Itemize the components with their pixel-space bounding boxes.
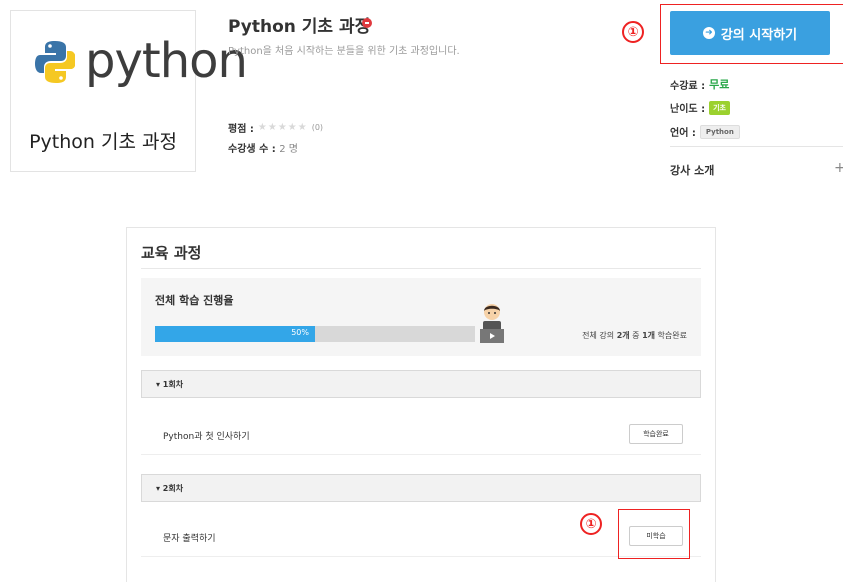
course-thumbnail: python Python 기초 과정 [10, 10, 248, 172]
course-subtitle: Python을 처음 시작하는 분들을 위한 기초 과정입니다. [228, 46, 460, 57]
annotation-marker: ① [622, 21, 644, 43]
start-course-label: 강의 시작하기 [720, 27, 798, 43]
divider [141, 268, 701, 269]
summary-suffix: 학습완료 [655, 331, 687, 340]
curriculum-title: 교육 과정 [141, 244, 202, 262]
summary-prefix: 전체 강의 [582, 331, 617, 340]
progress-bar: 50% [155, 326, 475, 342]
progress-percent: 50% [291, 328, 309, 337]
fee-value: 무료 [709, 78, 730, 91]
lesson-title[interactable]: 문자 출력하기 [163, 531, 216, 544]
progress-label: 전체 학습 진행율 [155, 294, 234, 307]
expand-plus-icon[interactable]: + [834, 160, 843, 176]
level-label: 난이도 : [670, 104, 706, 115]
lesson-row[interactable]: 문자 출력하기 미학습 [141, 518, 701, 557]
divider [670, 146, 843, 147]
student-avatar-icon [480, 304, 504, 343]
students-value: 2 명 [279, 144, 298, 155]
summary-total: 2개 [616, 331, 630, 340]
rating-label: 평점 : [228, 124, 254, 135]
section-header-2[interactable]: ▾ 2회차 [141, 474, 701, 502]
python-logo-icon [35, 41, 75, 83]
lesson-row[interactable]: Python과 첫 인사하기 학습완료 [141, 416, 701, 455]
rating-stars-icon: ★★★★★ [257, 122, 308, 133]
progress-bar-fill: 50% [155, 326, 315, 342]
start-course-button[interactable]: ➜ 강의 시작하기 [670, 11, 830, 55]
lesson-status-button[interactable]: 학습완료 [629, 424, 683, 444]
section-header-1[interactable]: ▾ 1회차 [141, 370, 701, 398]
no-entry-icon [362, 18, 372, 28]
level-badge: 기초 [709, 100, 730, 115]
fee-row: 수강료 : 무료 [670, 76, 729, 92]
thumbnail-caption: Python 기초 과정 [29, 131, 177, 153]
students-row: 수강생 수 : 2 명 [228, 140, 298, 155]
progress-summary: 전체 강의 2개 중 1개 학습완료 [582, 330, 687, 341]
language-badge: Python [699, 124, 740, 139]
language-row: 언어 : Python [670, 124, 740, 139]
instructor-heading[interactable]: 강사 소개 [670, 162, 714, 178]
highlight-box [618, 509, 690, 559]
arrow-circle-icon: ➜ [702, 27, 715, 39]
rating-count: (0) [311, 123, 324, 132]
level-row: 난이도 : 기초 [670, 100, 730, 115]
summary-done: 1개 [642, 331, 656, 340]
summary-mid: 중 [629, 331, 643, 340]
python-wordmark: python [85, 33, 248, 89]
progress-box: 전체 학습 진행율 50% 전체 강의 2개 중 1개 학습완료 [141, 278, 701, 356]
lesson-title[interactable]: Python과 첫 인사하기 [163, 429, 250, 442]
course-title: Python 기초 과정 [228, 17, 371, 37]
rating-row: 평점 : ★★★★★ (0) [228, 120, 323, 135]
students-label: 수강생 수 : [228, 144, 276, 155]
language-label: 언어 : [670, 128, 696, 139]
annotation-marker: ① [580, 513, 602, 535]
fee-label: 수강료 : [670, 80, 706, 92]
